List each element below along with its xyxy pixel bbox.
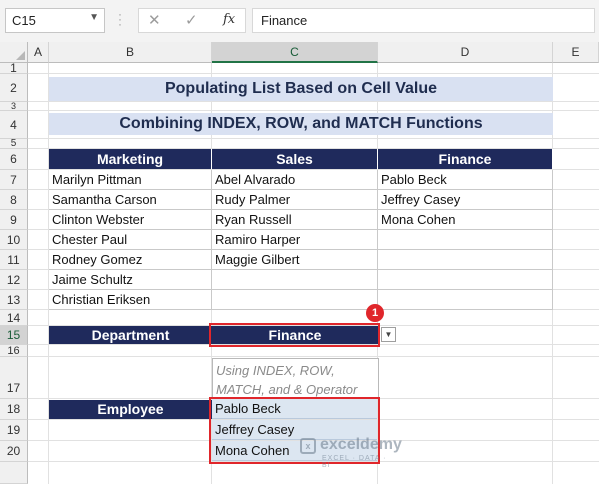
table-cell[interactable]: Samantha Carson xyxy=(49,190,212,210)
table-cell[interactable]: Pablo Beck xyxy=(378,170,553,190)
row-header-10[interactable]: 10 xyxy=(0,230,28,250)
name-box-value: C15 xyxy=(12,13,36,28)
name-box[interactable]: C15 ▼ xyxy=(5,8,105,33)
watermark-name: exceldemy xyxy=(320,436,402,453)
main-title: Populating List Based on Cell Value xyxy=(49,77,553,101)
grid-line xyxy=(28,356,599,357)
row-header-15[interactable]: 15 xyxy=(0,326,28,345)
department-highlight-box xyxy=(209,323,380,347)
chevron-down-icon[interactable]: ▼ xyxy=(89,12,99,23)
column-header-d[interactable]: D xyxy=(378,42,553,63)
row-header-14[interactable]: 14 xyxy=(0,310,28,326)
table-cell[interactable]: Rudy Palmer xyxy=(212,190,378,210)
select-all-triangle-icon xyxy=(16,51,25,60)
table-header-finance: Finance xyxy=(378,149,553,169)
row-header-5[interactable]: 5 xyxy=(0,139,28,149)
watermark-tagline: EXCEL · DATA · BI xyxy=(322,455,387,469)
row-header-21[interactable] xyxy=(0,462,28,484)
column-header-b[interactable]: B xyxy=(49,42,212,63)
table-header-sales: Sales xyxy=(212,149,378,169)
table-cell[interactable] xyxy=(378,250,553,270)
more-icon: · · · xyxy=(118,7,122,31)
column-header-a[interactable]: A xyxy=(28,42,49,63)
grid-line xyxy=(28,138,599,139)
table-cell[interactable]: Clinton Webster xyxy=(49,210,212,230)
row-header-13[interactable]: 13 xyxy=(0,290,28,310)
formula-buttons: ✕ ✓ fx xyxy=(138,8,246,33)
department-label: Department xyxy=(49,326,212,344)
subtitle: Combining INDEX, ROW, and MATCH Function… xyxy=(49,113,553,135)
row-header-3[interactable]: 3 xyxy=(0,102,28,111)
table-cell[interactable] xyxy=(212,290,378,310)
row-header-11[interactable]: 11 xyxy=(0,250,28,270)
row-header-20[interactable]: 20 xyxy=(0,441,28,462)
table-cell[interactable]: Jeffrey Casey xyxy=(378,190,553,210)
column-header-e[interactable]: E xyxy=(553,42,599,63)
employee-label: Employee xyxy=(49,400,212,419)
table-cell[interactable] xyxy=(378,270,553,290)
formula-bar: C15 ▼ · · · ✕ ✓ fx Finance xyxy=(0,0,599,42)
row-header-19[interactable]: 19 xyxy=(0,420,28,441)
exceldemy-logo-icon: x xyxy=(300,438,316,454)
insert-function-icon[interactable]: fx xyxy=(223,12,235,27)
table-cell[interactable]: Maggie Gilbert xyxy=(212,250,378,270)
select-all-button[interactable] xyxy=(0,42,28,63)
row-header-18[interactable]: 18 xyxy=(0,399,28,420)
table-cell[interactable]: Christian Eriksen xyxy=(49,290,212,310)
cancel-icon[interactable]: ✕ xyxy=(148,11,161,29)
row-header-2[interactable]: 2 xyxy=(0,74,28,102)
table-cell[interactable]: Marilyn Pittman xyxy=(49,170,212,190)
grid-line xyxy=(28,73,599,74)
grid-line xyxy=(28,110,599,111)
chevron-down-icon[interactable]: ▼ xyxy=(381,327,396,342)
row-header-7[interactable]: 7 xyxy=(0,170,28,190)
column-header-c[interactable]: C xyxy=(212,42,378,63)
row-header-16[interactable]: 16 xyxy=(0,345,28,357)
table-cell[interactable]: Ramiro Harper xyxy=(212,230,378,250)
row-header-17[interactable]: 17 xyxy=(0,357,28,399)
table-cell[interactable]: Jaime Schultz xyxy=(49,270,212,290)
step-badge: 1 xyxy=(366,304,384,322)
enter-icon[interactable]: ✓ xyxy=(185,11,198,29)
exceldemy-watermark: x exceldemy EXCEL · DATA · BI xyxy=(300,434,402,469)
table-cell[interactable] xyxy=(378,290,553,310)
table-cell[interactable]: Abel Alvarado xyxy=(212,170,378,190)
table-cell[interactable]: Ryan Russell xyxy=(212,210,378,230)
method-note: Using INDEX, ROW, MATCH, and & Operator xyxy=(212,358,379,398)
row-header-9[interactable]: 9 xyxy=(0,210,28,230)
row-header-12[interactable]: 12 xyxy=(0,270,28,290)
row-header-4[interactable]: 4 xyxy=(0,111,28,139)
row-header-1[interactable]: 1 xyxy=(0,62,28,74)
table-cell[interactable]: Chester Paul xyxy=(49,230,212,250)
grid-line xyxy=(28,101,599,102)
row-header-8[interactable]: 8 xyxy=(0,190,28,210)
table-cell[interactable]: Mona Cohen xyxy=(378,210,553,230)
row-header-6[interactable]: 6 xyxy=(0,149,28,170)
table-header-marketing: Marketing xyxy=(49,149,212,169)
formula-input[interactable]: Finance xyxy=(252,8,595,33)
table-cell[interactable]: Rodney Gomez xyxy=(49,250,212,270)
table-cell[interactable] xyxy=(378,230,553,250)
table-cell[interactable] xyxy=(212,270,378,290)
